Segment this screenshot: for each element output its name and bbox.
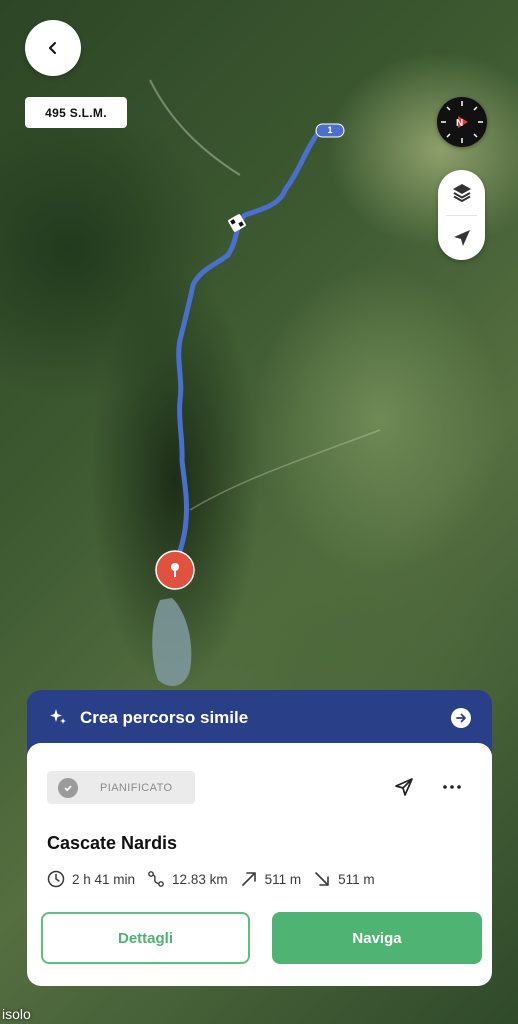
compass-button[interactable]: N bbox=[437, 97, 487, 147]
route-card: PIANIFICATO Cascate Nardis 2 h 41 min 12… bbox=[27, 743, 492, 986]
duration-stat: 2 h 41 min bbox=[47, 870, 135, 888]
arrow-down-right-icon bbox=[315, 872, 329, 886]
navigation-arrow-icon bbox=[453, 229, 470, 246]
details-button[interactable]: Dettagli bbox=[41, 912, 250, 964]
clock-icon bbox=[47, 870, 65, 888]
layers-button[interactable] bbox=[438, 170, 485, 215]
ascent-value: 511 m bbox=[264, 871, 302, 887]
layers-icon bbox=[452, 184, 471, 203]
more-options-icon[interactable] bbox=[440, 776, 464, 798]
share-route-icon[interactable] bbox=[393, 776, 415, 798]
altitude-badge: 495 S.L.M. bbox=[25, 97, 127, 128]
chevron-left-icon bbox=[49, 42, 56, 54]
status-badge: PIANIFICATO bbox=[47, 771, 195, 804]
status-label: PIANIFICATO bbox=[100, 781, 173, 794]
duration-value: 2 h 41 min bbox=[72, 871, 136, 887]
svg-text:N: N bbox=[456, 118, 463, 129]
arrow-right-icon bbox=[451, 708, 471, 728]
distance-stat: 12.83 km bbox=[147, 870, 228, 888]
route-path bbox=[172, 127, 323, 573]
location-pin-icon bbox=[155, 550, 195, 590]
lake bbox=[152, 598, 192, 686]
descent-stat: 511 m bbox=[313, 870, 375, 888]
map-controls bbox=[438, 170, 485, 260]
route-title: Cascate Nardis bbox=[47, 833, 178, 853]
route-start-badge-label: 1 bbox=[327, 125, 333, 135]
map-place-label: isolo bbox=[2, 1006, 31, 1022]
arrow-up-right-icon bbox=[241, 872, 256, 886]
sparkle-icon bbox=[50, 709, 66, 724]
descent-value: 511 m bbox=[338, 871, 375, 887]
create-similar-route-label: Crea percorso simile bbox=[80, 708, 249, 727]
check-icon bbox=[58, 777, 78, 798]
distance-value: 12.83 km bbox=[172, 871, 228, 887]
compass-icon: N bbox=[441, 101, 483, 143]
back-button[interactable] bbox=[25, 20, 81, 76]
navigate-button[interactable]: Naviga bbox=[272, 912, 482, 964]
route-stats: 2 h 41 min 12.83 km 511 m 511 m bbox=[47, 870, 387, 888]
route-distance-icon bbox=[148, 871, 164, 887]
ascent-stat: 511 m bbox=[240, 870, 302, 888]
